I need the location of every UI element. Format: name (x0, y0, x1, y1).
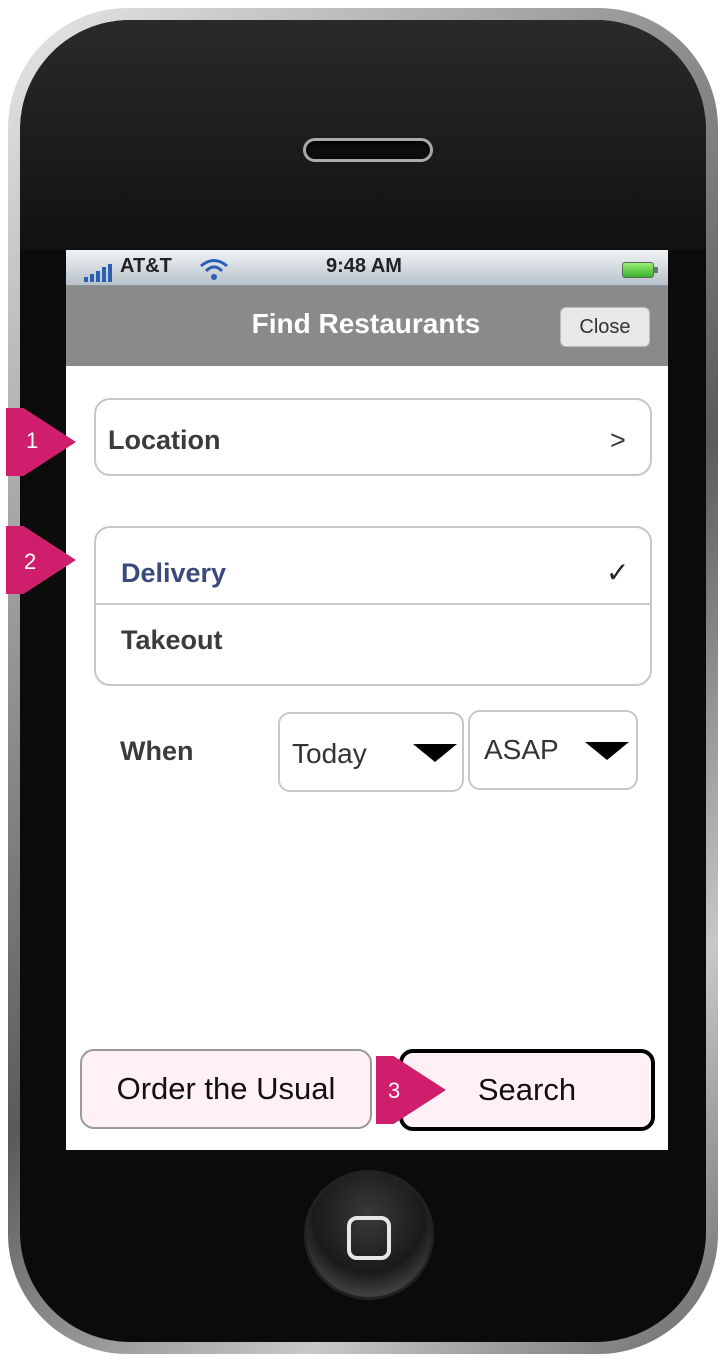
when-label: When (120, 736, 194, 766)
battery-icon (622, 262, 658, 278)
carrier-label: AT&T (120, 255, 172, 277)
caret-down-icon (585, 742, 629, 760)
annotation-number: 3 (388, 1078, 401, 1103)
home-square-icon (347, 1216, 391, 1260)
annotation-number: 2 (24, 549, 37, 574)
time-select-value: ASAP (484, 734, 559, 765)
caret-down-icon (413, 744, 457, 762)
signal-bars-icon (84, 264, 114, 282)
phone-bezel-top (20, 20, 706, 250)
option-delivery-label: Delivery (121, 558, 227, 588)
chevron-right-icon: > (610, 425, 626, 455)
close-button[interactable]: Close (560, 307, 650, 347)
earpiece-speaker (303, 138, 433, 162)
order-the-usual-button[interactable]: Order the Usual (80, 1049, 372, 1129)
wifi-icon (198, 256, 230, 282)
status-time: 9:48 AM (326, 255, 402, 277)
annotation-number: 1 (26, 428, 39, 453)
option-takeout-label: Takeout (121, 625, 223, 655)
location-label: Location (108, 425, 221, 455)
day-select-value: Today (292, 738, 367, 769)
checkmark-icon: ✓ (606, 557, 630, 588)
screen (66, 250, 668, 1150)
